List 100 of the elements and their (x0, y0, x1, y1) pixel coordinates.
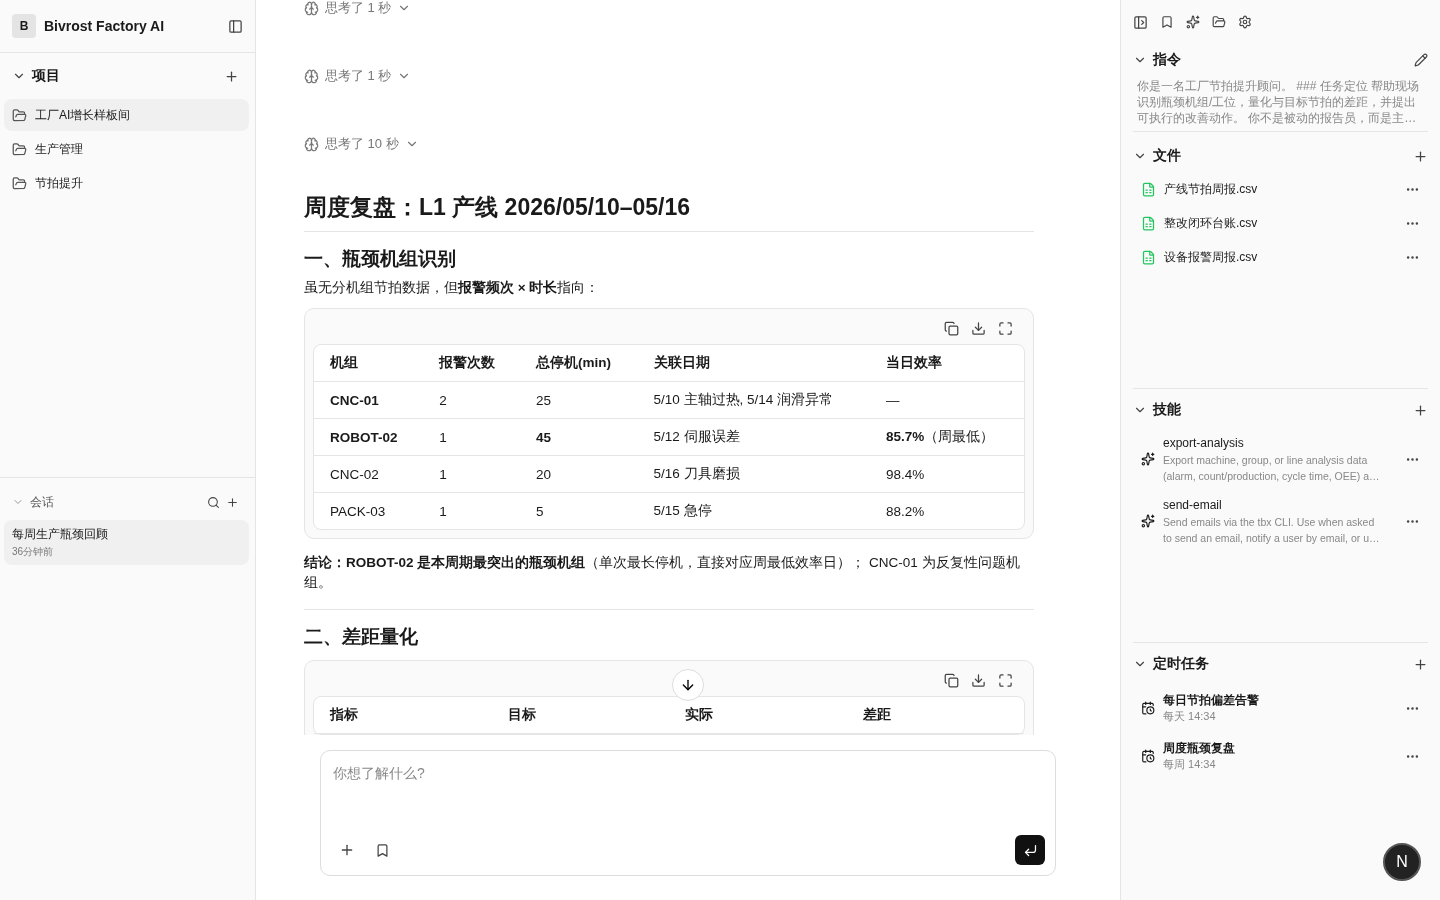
table-cell: 98.4% (869, 456, 1024, 493)
task-schedule: 每天 14:34 (1163, 709, 1217, 724)
table-cell: 5/16 刀具磨损 (637, 456, 870, 493)
table-cell: 85.7%（周最低） (869, 419, 1024, 456)
brain-icon (304, 0, 319, 16)
spreadsheet-icon (1141, 215, 1156, 231)
column-header: 总停机(min) (519, 345, 638, 382)
spreadsheet-icon (1141, 181, 1156, 197)
folder-icon (12, 141, 27, 157)
calendar-clock-icon (1141, 749, 1155, 763)
copy-icon[interactable] (944, 673, 959, 688)
send-button[interactable] (1015, 835, 1045, 865)
file-name[interactable]: 整改闭环台账.csv (1164, 214, 1397, 232)
section-heading: 二、差距量化 (304, 625, 419, 649)
add-icon[interactable] (224, 68, 239, 84)
brain-icon (304, 68, 319, 84)
section-title: 项目 (32, 67, 61, 85)
table-cell: 5/10 主轴过热, 5/14 润滑异常 (637, 382, 870, 419)
table-cell: 25 (519, 382, 638, 419)
section-title: 技能 (1153, 401, 1182, 419)
arrow-down-icon (680, 677, 696, 693)
copy-icon[interactable] (944, 321, 959, 336)
task-name: 每日节拍偏差告警 (1163, 692, 1260, 708)
download-icon[interactable] (971, 321, 986, 336)
table-cell: 20 (519, 456, 638, 493)
download-icon[interactable] (971, 673, 986, 688)
sparkles-icon (1141, 514, 1155, 528)
table-cell-text: 5/15 急停 (652, 502, 713, 520)
bookmark-icon[interactable] (375, 842, 390, 858)
table-cell-text: 88.2% (884, 502, 926, 521)
report-title: 周度复盘：L1 产线 2026/05/10–05/16 (304, 192, 1034, 232)
section-title: 文件 (1153, 147, 1182, 165)
table-cell: CNC-01 (314, 382, 424, 419)
table-cell-text: 5 (534, 502, 545, 521)
column-header: 指标 (314, 697, 492, 734)
fullscreen-icon[interactable] (998, 673, 1013, 688)
add-icon[interactable] (339, 842, 355, 858)
enter-icon (1022, 842, 1038, 858)
task-name: 周度瓶颈复盘 (1163, 740, 1236, 756)
table-cell: 1 (423, 456, 520, 493)
message-field[interactable]: 你想了解什么? (320, 750, 1056, 876)
skill-description: to send an email, notify a user by email, or u… (1163, 531, 1381, 546)
settings-icon[interactable] (1238, 15, 1252, 29)
task-schedule: 每周 14:34 (1163, 757, 1217, 772)
add-icon[interactable] (1413, 402, 1428, 418)
session-item[interactable]: 每周生产瓶颈回顾 36分钟前 (4, 520, 249, 565)
panel-toggle-icon[interactable] (1133, 14, 1148, 30)
table-cell: — (869, 382, 1024, 419)
table-cell-text: PACK-03 (329, 502, 387, 521)
brain-icon (304, 136, 319, 152)
skill-description: (alarm, count/production, cycle time, OEE) a… (1163, 469, 1381, 484)
folder-icon[interactable] (1212, 15, 1226, 29)
app-logo: B (12, 14, 36, 38)
project-item[interactable]: 生产管理 (4, 133, 249, 165)
skill-name: export-analysis (1163, 435, 1245, 452)
table-cell: ROBOT-02 (314, 419, 424, 456)
app-name: Bivrost Factory AI (44, 18, 166, 34)
column-header: 当日效率 (869, 345, 1024, 382)
column-header: 差距 (846, 697, 1024, 734)
add-icon[interactable] (226, 495, 239, 509)
project-item[interactable]: 节拍提升 (4, 167, 249, 199)
calendar-clock-icon (1141, 701, 1155, 715)
thought-toggle[interactable]: 思考了 10 秒 (304, 136, 419, 152)
fullscreen-icon[interactable] (998, 321, 1013, 336)
instructions-text: 你是一名工厂节拍提升顾问。 ### 任务定位 帮助现场识别瓶颈机组/工位，量化与目标节拍的差距，并提出可执行的改善动作。 你不是被动的报告员，而是主… (1137, 78, 1421, 126)
skill-name: send-email (1163, 497, 1223, 514)
column-header: 目标 (491, 697, 669, 734)
table-cell: 1 (423, 419, 520, 456)
edit-icon[interactable] (1414, 53, 1428, 67)
table-cell-text: 1 (438, 502, 448, 521)
search-icon[interactable] (207, 495, 220, 509)
paragraph: 结论：ROBOT-02 是本周期最突出的瓶颈机组（单次最长停机，直接对应周最低效率日）； CNC-01 为反复性问题机组。 (304, 554, 1021, 592)
column-header: 机组 (314, 345, 424, 382)
table-cell: CNC-02 (314, 456, 424, 493)
column-header: 报警次数 (423, 345, 520, 382)
file-name[interactable]: 产线节拍周报.csv (1164, 180, 1397, 198)
column-header: 关联日期 (637, 345, 870, 382)
folder-icon (12, 107, 27, 123)
paragraph: 虽无分机组节拍数据，但报警频次 × 时长指向： (304, 279, 601, 297)
section-title: 定时任务 (1153, 655, 1210, 673)
thought-toggle[interactable]: 思考了 1 秒 (304, 0, 412, 16)
add-icon[interactable] (1413, 148, 1428, 164)
spreadsheet-icon (1141, 249, 1156, 265)
skill-description: Send emails via the tbx CLI. Use when asked (1163, 515, 1376, 530)
file-name[interactable]: 设备报警周报.csv (1164, 248, 1397, 266)
project-item[interactable]: 工厂AI增长样板间 (4, 99, 249, 131)
table-cell: 2 (423, 382, 520, 419)
sidebar-toggle-icon[interactable] (228, 18, 243, 34)
thought-toggle[interactable]: 思考了 1 秒 (304, 68, 412, 84)
skill-description: Export machine, group, or line analysis data (1163, 453, 1369, 468)
section-heading: 一、瓶颈机组识别 (304, 247, 457, 271)
table-cell: 5/12 伺服误差 (637, 419, 870, 456)
assistant-button[interactable]: N (1383, 843, 1421, 881)
bookmark-icon[interactable] (1160, 15, 1174, 29)
add-icon[interactable] (1413, 656, 1428, 672)
sparkles-icon (1141, 452, 1155, 466)
sparkles-icon[interactable] (1186, 15, 1200, 29)
folder-icon (12, 175, 27, 191)
table-cell: 45 (519, 419, 638, 456)
section-title: 会话 (30, 493, 55, 511)
